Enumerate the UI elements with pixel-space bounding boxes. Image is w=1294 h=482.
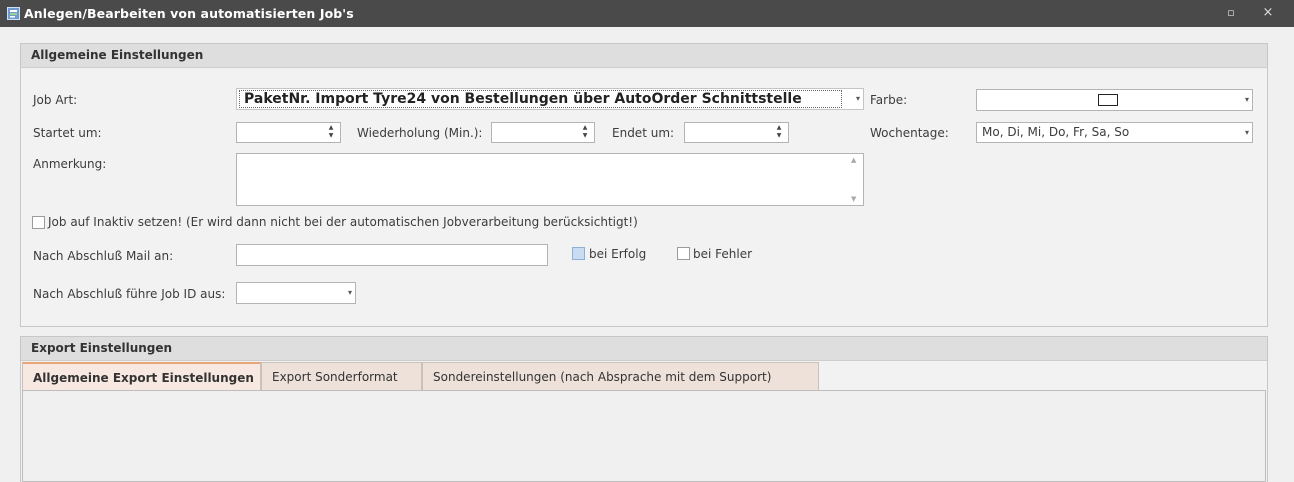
followup-select[interactable]: ▾ (236, 282, 356, 304)
spin-down-icon[interactable]: ▼ (583, 132, 588, 139)
chevron-down-icon[interactable]: ▾ (348, 283, 352, 303)
startet-um-field[interactable]: ▲ ▼ (236, 122, 341, 143)
scroll-down-icon[interactable]: ▼ (851, 195, 856, 203)
bei-fehler-label[interactable]: bei Fehler (693, 247, 752, 261)
spin-down-icon[interactable]: ▼ (329, 132, 334, 139)
mail-input[interactable] (236, 244, 548, 266)
tab-allgemeine-export[interactable]: Allgemeine Export Einstellungen (22, 362, 261, 390)
spin-up-icon[interactable]: ▲ (583, 124, 588, 131)
inaktiv-label[interactable]: Job auf Inaktiv setzen! (Er wird dann ni… (48, 215, 638, 229)
spin-up-icon[interactable]: ▲ (329, 124, 334, 131)
scroll-up-icon[interactable]: ▲ (851, 156, 856, 164)
color-swatch (1098, 94, 1118, 106)
farbe-select[interactable]: ▾ (976, 89, 1253, 111)
wochentage-value: Mo, Di, Mi, Do, Fr, Sa, So (982, 125, 1130, 139)
mail-label: Nach Abschluß Mail an: (33, 249, 174, 263)
general-settings-header: Allgemeine Einstellungen (21, 44, 1267, 68)
wiederholung-field[interactable]: ▲ ▼ (491, 122, 595, 143)
endet-um-label: Endet um: (612, 126, 675, 140)
close-icon[interactable]: × (1258, 4, 1278, 22)
maximize-icon[interactable]: ▫ (1221, 4, 1241, 22)
chevron-down-icon[interactable]: ▾ (1245, 123, 1249, 143)
followup-label: Nach Abschluß führe Job ID aus: (33, 287, 226, 301)
startet-um-label: Startet um: (33, 126, 102, 140)
export-settings-header: Export Einstellungen (21, 337, 1267, 361)
spinner-icon[interactable]: ▲ ▼ (327, 124, 335, 140)
farbe-label: Farbe: (870, 93, 908, 107)
title-bar: Anlegen/Bearbeiten von automatisierten J… (0, 0, 1294, 27)
scrollbar[interactable]: ▲ ▼ (847, 154, 863, 205)
spin-up-icon[interactable]: ▲ (777, 124, 782, 131)
spinner-icon[interactable]: ▲ ▼ (775, 124, 783, 140)
spinner-icon[interactable]: ▲ ▼ (581, 124, 589, 140)
job-art-label: Job Art: (33, 93, 78, 107)
bei-fehler-checkbox[interactable] (677, 247, 690, 260)
chevron-down-icon[interactable]: ▾ (1245, 90, 1249, 110)
wochentage-select[interactable]: Mo, Di, Mi, Do, Fr, Sa, So ▾ (976, 122, 1253, 143)
chevron-down-icon[interactable]: ▾ (856, 89, 860, 109)
endet-um-field[interactable]: ▲ ▼ (684, 122, 789, 143)
anmerkung-textarea[interactable]: ▲ ▼ (236, 153, 864, 206)
tab-content-panel (22, 390, 1266, 482)
tab-export-sonderformat[interactable]: Export Sonderformat (261, 362, 422, 390)
wochentage-label: Wochentage: (870, 126, 949, 140)
inaktiv-checkbox[interactable] (32, 216, 45, 229)
job-art-select[interactable]: PaketNr. Import Tyre24 von Bestellungen … (236, 88, 864, 110)
bei-erfolg-label[interactable]: bei Erfolg (589, 247, 646, 261)
window-title: Anlegen/Bearbeiten von automatisierten J… (24, 6, 354, 21)
spin-down-icon[interactable]: ▼ (777, 132, 782, 139)
app-icon (7, 7, 20, 20)
bei-erfolg-checkbox[interactable] (572, 247, 585, 260)
job-art-value: PaketNr. Import Tyre24 von Bestellungen … (239, 90, 842, 108)
anmerkung-label: Anmerkung: (33, 157, 107, 171)
wiederholung-label: Wiederholung (Min.): (357, 126, 483, 140)
tab-sondereinstellungen[interactable]: Sondereinstellungen (nach Absprache mit … (422, 362, 819, 390)
